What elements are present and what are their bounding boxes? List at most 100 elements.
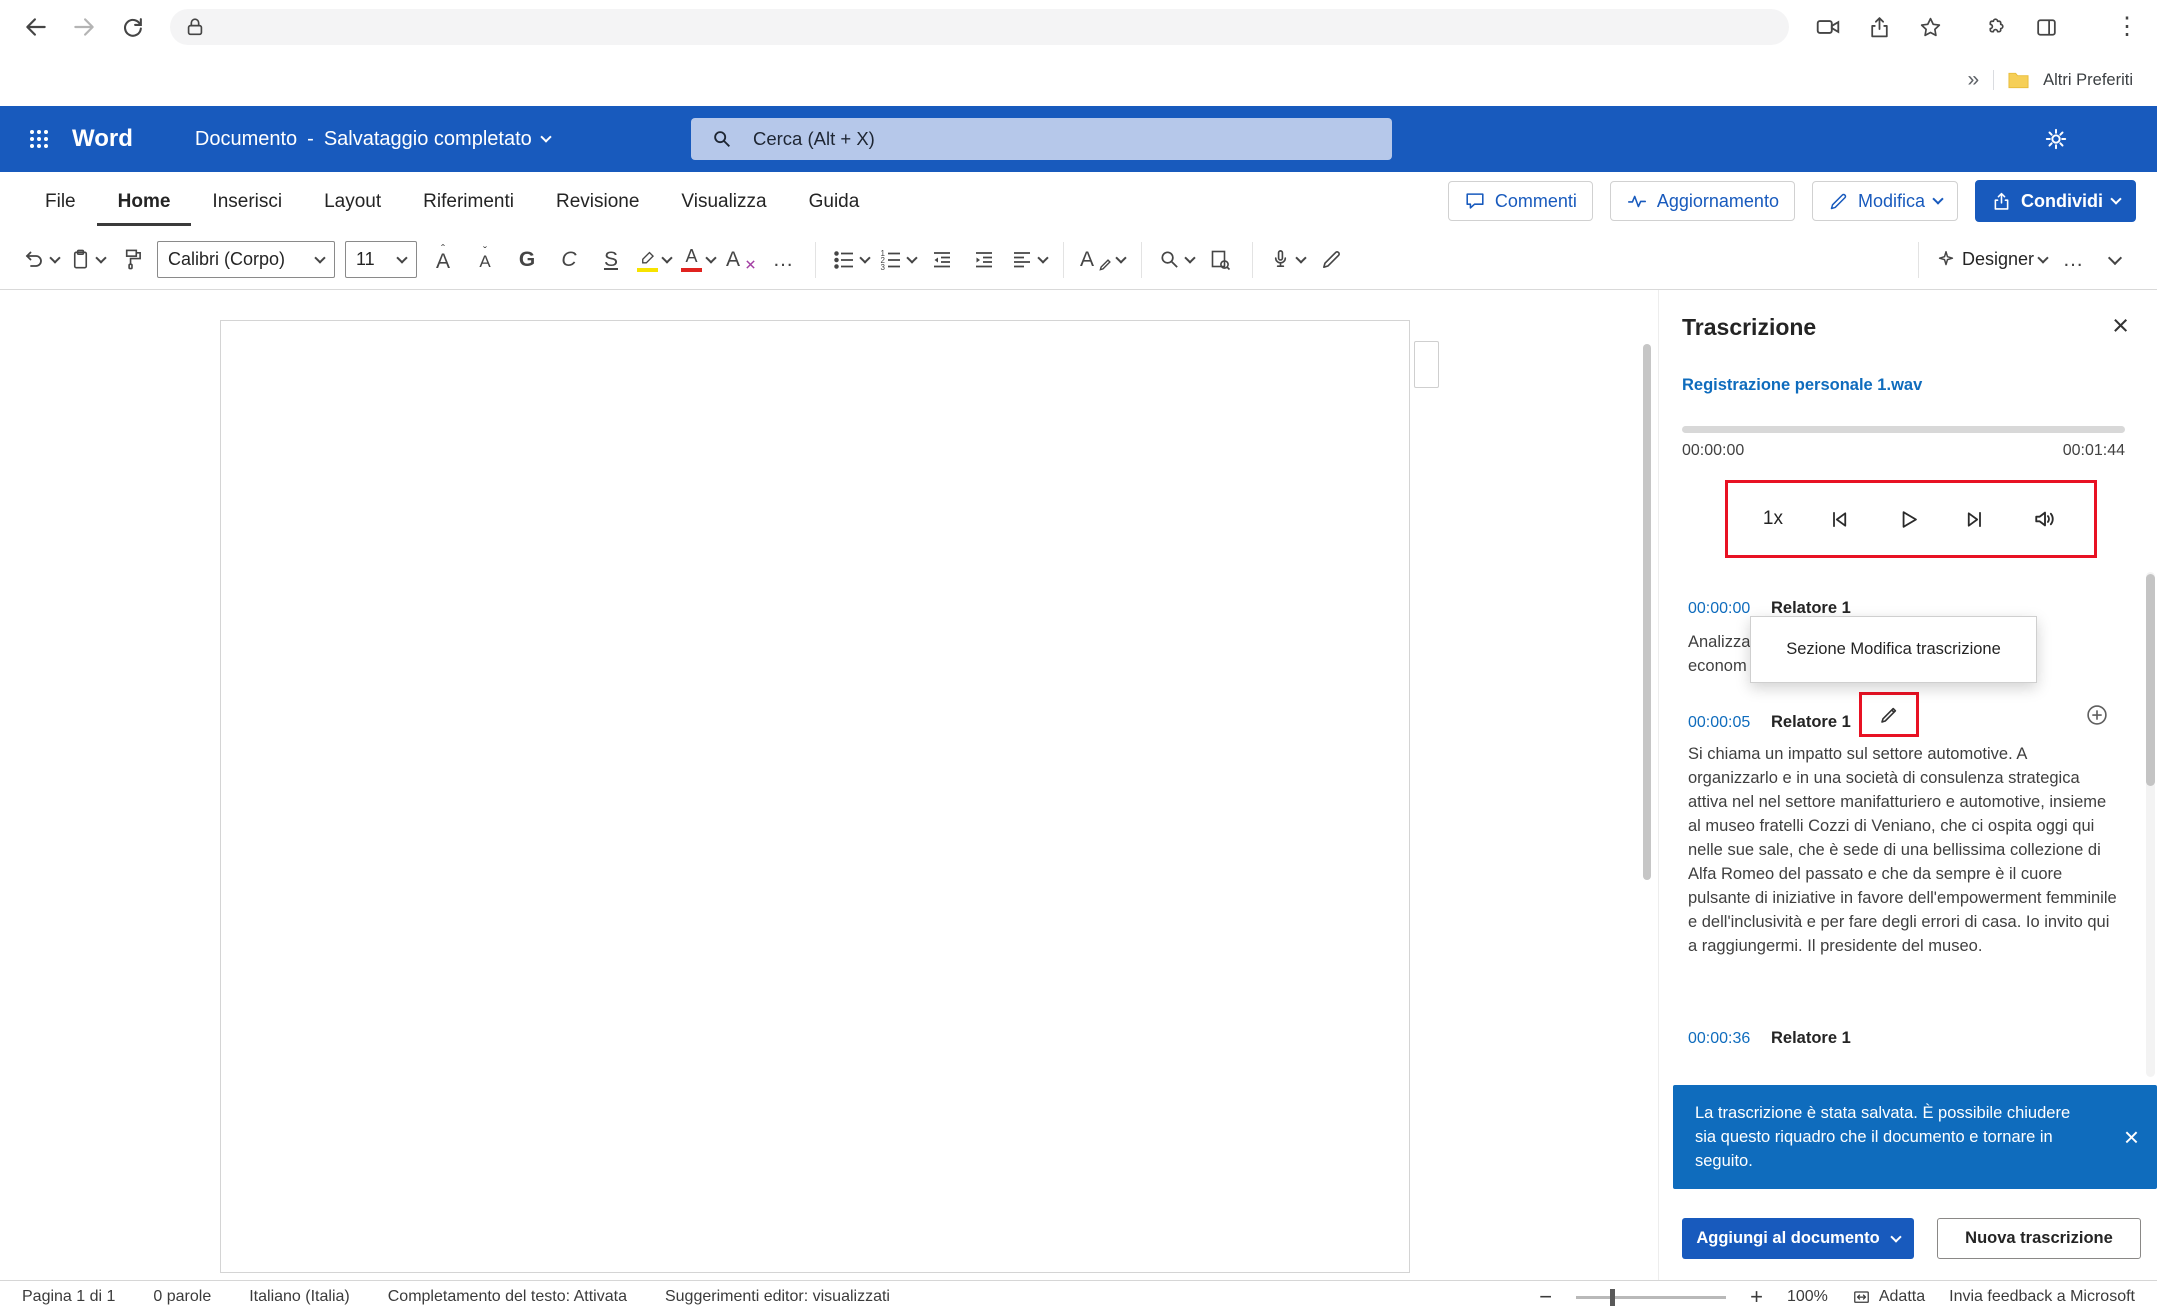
bullets-button[interactable]: [832, 239, 869, 281]
tab-layout[interactable]: Layout: [303, 176, 402, 226]
audio-progress-bar[interactable]: [1682, 426, 2125, 433]
address-bar[interactable]: [170, 9, 1789, 45]
zoom-out-button[interactable]: −: [1539, 1286, 1552, 1308]
text-completion-status[interactable]: Completamento del testo: Attivata: [388, 1288, 627, 1306]
paste-button[interactable]: [69, 239, 105, 281]
highlighter-button[interactable]: [637, 239, 671, 281]
dictate-button[interactable]: [1269, 239, 1305, 281]
tab-guida[interactable]: Guida: [788, 176, 881, 226]
app-launcher-icon[interactable]: [22, 122, 56, 156]
fit-page-icon: [1852, 1288, 1871, 1307]
decrease-indent-button[interactable]: [926, 239, 958, 281]
search-input[interactable]: Cerca (Alt + X): [691, 118, 1392, 160]
updates-button[interactable]: Aggiornamento: [1610, 181, 1795, 221]
more-commands-icon[interactable]: …: [2057, 239, 2089, 281]
back-icon[interactable]: [18, 9, 54, 45]
document-page[interactable]: [220, 320, 1410, 1273]
document-scrollbar[interactable]: [1643, 344, 1651, 880]
immersive-reader-icon[interactable]: [1204, 239, 1236, 281]
gear-icon[interactable]: [2043, 126, 2069, 152]
zoom-level[interactable]: 100%: [1787, 1288, 1828, 1306]
more-font-options-icon[interactable]: …: [767, 239, 799, 281]
editor-button[interactable]: [1315, 239, 1347, 281]
bookmarks-divider: [1993, 70, 1994, 90]
share-icon[interactable]: [1867, 15, 1892, 40]
comment-anchor-box[interactable]: [1414, 341, 1439, 388]
tab-inserisci[interactable]: Inserisci: [191, 176, 303, 226]
ribbon-actions: Commenti Aggiornamento Modifica Condivid…: [1448, 180, 2157, 222]
reload-icon[interactable]: [114, 9, 150, 45]
page-info[interactable]: Pagina 1 di 1: [22, 1288, 115, 1306]
find-button[interactable]: [1158, 239, 1194, 281]
feedback-link[interactable]: Invia feedback a Microsoft: [1949, 1288, 2135, 1306]
tab-visualizza[interactable]: Visualizza: [660, 176, 787, 226]
entry-time[interactable]: 00:00:05: [1688, 714, 1750, 732]
entry-time[interactable]: 00:00:00: [1688, 600, 1750, 618]
styles-button[interactable]: A: [1080, 239, 1125, 281]
tab-home[interactable]: Home: [97, 176, 192, 226]
language-selector[interactable]: Italiano (Italia): [249, 1288, 350, 1306]
panel-close-icon[interactable]: ×: [2112, 312, 2129, 341]
bookmarks-folder-label[interactable]: Altri Preferiti: [2043, 71, 2133, 90]
zoom-in-button[interactable]: +: [1750, 1286, 1763, 1308]
search-placeholder: Cerca (Alt + X): [753, 128, 875, 150]
bookmarks-overflow-icon[interactable]: »: [1967, 68, 1979, 92]
tab-revisione[interactable]: Revisione: [535, 176, 660, 226]
share-button[interactable]: Condividi: [1975, 180, 2136, 222]
bold-button[interactable]: G: [511, 239, 543, 281]
play-button[interactable]: [1894, 506, 1921, 533]
split-window-icon[interactable]: [2034, 15, 2059, 40]
alignment-button[interactable]: [1010, 239, 1047, 281]
panel-scrollbar-thumb[interactable]: [2146, 574, 2155, 786]
shrink-font-button[interactable]: ˇA: [469, 239, 501, 281]
ribbon-collapse-icon[interactable]: [2099, 239, 2131, 281]
new-transcription-button[interactable]: Nuova trascrizione: [1937, 1218, 2141, 1259]
designer-button[interactable]: Designer: [1935, 239, 2047, 281]
editor-suggestions-status[interactable]: Suggerimenti editor: visualizzati: [665, 1288, 890, 1306]
clear-formatting-button[interactable]: A: [725, 239, 757, 281]
numbering-button[interactable]: 123: [879, 239, 916, 281]
clear-format-accent-icon: [745, 259, 756, 270]
undo-button[interactable]: [22, 239, 59, 281]
increase-indent-button[interactable]: [968, 239, 1000, 281]
font-name-select[interactable]: Calibri (Corpo): [157, 241, 335, 278]
sparkle-icon: [1935, 249, 1957, 271]
underline-button[interactable]: S: [595, 239, 627, 281]
entry-time[interactable]: 00:00:36: [1688, 1030, 1750, 1048]
skip-forward-button[interactable]: [1962, 506, 1989, 533]
grow-font-button[interactable]: ˆA: [427, 239, 459, 281]
panel-title: Trascrizione: [1682, 314, 1816, 341]
doc-name: Documento: [195, 128, 297, 151]
doc-title[interactable]: Documento - Salvataggio completato: [195, 128, 550, 151]
font-color-button[interactable]: A: [681, 239, 715, 281]
tab-riferimenti[interactable]: Riferimenti: [402, 176, 535, 226]
tooltip-edit-transcript: Sezione Modifica trascrizione: [1750, 616, 2037, 683]
fit-button[interactable]: Adatta: [1852, 1288, 1925, 1307]
skip-back-button[interactable]: [1825, 506, 1852, 533]
format-painter-icon[interactable]: [115, 239, 147, 281]
font-size-select[interactable]: 11: [345, 241, 417, 278]
transcription-panel: Trascrizione × Registrazione personale 1…: [1658, 290, 2157, 1280]
star-icon[interactable]: [1918, 15, 1943, 40]
playback-speed-button[interactable]: 1x: [1763, 508, 1783, 530]
edit-mode-button[interactable]: Modifica: [1812, 181, 1958, 221]
comments-button[interactable]: Commenti: [1448, 181, 1593, 221]
zoom-slider[interactable]: [1576, 1296, 1726, 1299]
italic-button[interactable]: C: [553, 239, 585, 281]
camera-icon[interactable]: [1815, 14, 1841, 40]
tab-file[interactable]: File: [24, 176, 97, 226]
edit-pencil-icon[interactable]: [1877, 703, 1901, 727]
notification-close-icon[interactable]: ×: [2124, 1124, 2139, 1150]
toolbar-divider: [1918, 242, 1919, 278]
word-count[interactable]: 0 parole: [153, 1288, 211, 1306]
extension-puzzle-icon[interactable]: [1983, 15, 2008, 40]
zoom-slider-thumb[interactable]: [1610, 1289, 1615, 1306]
browser-menu-icon[interactable]: ⋮: [2115, 15, 2139, 39]
add-section-icon[interactable]: [2084, 702, 2110, 728]
forward-icon[interactable]: [66, 9, 102, 45]
app-name[interactable]: Word: [72, 125, 133, 153]
volume-button[interactable]: [2031, 505, 2059, 533]
add-to-document-button[interactable]: Aggiungi al documento: [1682, 1218, 1914, 1259]
doc-title-chevron-icon[interactable]: [540, 131, 551, 142]
audio-file-link[interactable]: Registrazione personale 1.wav: [1682, 376, 1922, 395]
